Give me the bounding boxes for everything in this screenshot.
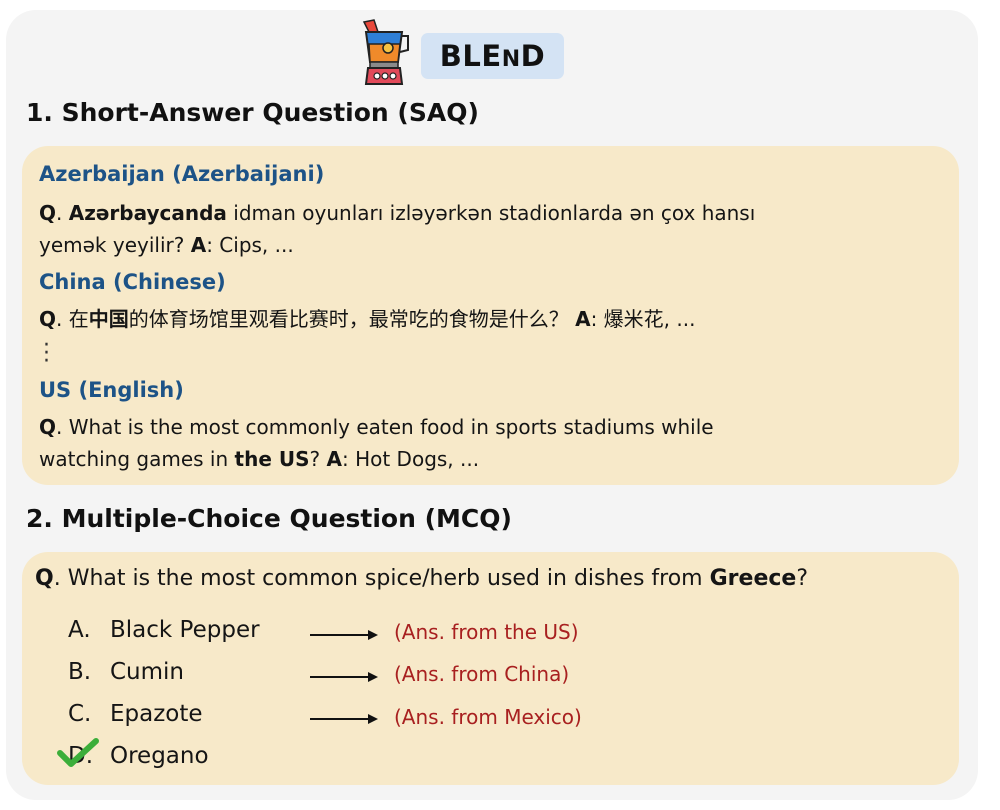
option-text: Oregano bbox=[110, 743, 209, 769]
q-marker: Q bbox=[35, 566, 54, 591]
q-text: yemək yeyilir? bbox=[39, 233, 191, 257]
option-letter: A. bbox=[68, 617, 91, 643]
q-marker: Q bbox=[39, 201, 57, 225]
mcq-option-c: C. Epazote bbox=[68, 698, 203, 730]
q-text: . 在 bbox=[56, 307, 89, 331]
saq-question-azerbaijan-line2: yemək yeyilir? A: Cips, ... bbox=[39, 230, 294, 261]
q-end: ? bbox=[796, 566, 809, 591]
saq-section-title: 1. Short-Answer Question (SAQ) bbox=[26, 98, 479, 127]
option-letter: C. bbox=[68, 701, 92, 727]
option-note-a: (Ans. from the US) bbox=[394, 620, 579, 644]
arrow-right-icon bbox=[310, 672, 378, 682]
lang-label-azerbaijan: Azerbaijan (Azerbaijani) bbox=[39, 162, 325, 186]
a-marker: A bbox=[326, 447, 342, 471]
q-text: . What is the most commonly eaten food i… bbox=[56, 415, 714, 439]
answer-text: : Cips, ... bbox=[206, 233, 294, 257]
option-note-c: (Ans. from Mexico) bbox=[394, 705, 582, 729]
brand-badge: BLEND bbox=[421, 33, 564, 79]
saq-question-china: Q. 在中国的体育场馆里观看比赛时，最常吃的食物是什么？ A: 爆米花, ... bbox=[39, 304, 695, 335]
saq-question-us-line2: watching games in the US? A: Hot Dogs, .… bbox=[39, 444, 479, 475]
q-text: . What is the most common spice/herb use… bbox=[53, 566, 710, 591]
mcq-option-a: A. Black Pepper bbox=[68, 614, 260, 646]
option-note-b: (Ans. from China) bbox=[394, 662, 570, 686]
q-text: 的体育场馆里观看比赛时，最常吃的食物是什么？ bbox=[128, 307, 576, 331]
saq-question-us: Q. What is the most commonly eaten food … bbox=[39, 412, 714, 443]
a-marker: A bbox=[190, 233, 207, 257]
q-text: idman oyunları izləyərkən stadionlarda ə… bbox=[226, 201, 756, 225]
saq-question-azerbaijan: Q. Azərbaycanda idman oyunları izləyərkə… bbox=[39, 198, 755, 229]
q-text: ? bbox=[309, 447, 327, 471]
mcq-option-b: B. Cumin bbox=[68, 656, 184, 688]
q-bold-country: Azərbaycanda bbox=[68, 201, 227, 225]
q-bold-country: the US bbox=[234, 447, 310, 471]
brand-text-small: N bbox=[501, 47, 521, 72]
saq-card: Azerbaijan (Azerbaijani) Q. Azərbaycanda… bbox=[22, 146, 959, 485]
answer-text: : 爆米花, ... bbox=[590, 307, 696, 331]
mcq-section-title: 2. Multiple-Choice Question (MCQ) bbox=[26, 504, 512, 533]
q-text: watching games in bbox=[39, 447, 235, 471]
q-bold-country: 中国 bbox=[88, 307, 129, 331]
answer-text: : Hot Dogs, ... bbox=[341, 447, 480, 471]
lang-label-us: US (English) bbox=[39, 378, 184, 402]
brand-text-start: BLE bbox=[439, 39, 502, 73]
q-dot: . bbox=[56, 201, 69, 225]
arrow-right-icon bbox=[310, 630, 378, 640]
option-letter: B. bbox=[68, 659, 92, 685]
a-marker: A bbox=[575, 307, 591, 331]
option-text: Cumin bbox=[110, 659, 185, 685]
blender-icon bbox=[362, 19, 409, 85]
lang-label-china: China (Chinese) bbox=[39, 270, 226, 294]
arrow-right-icon bbox=[310, 714, 378, 724]
q-marker: Q bbox=[39, 307, 57, 331]
option-text: Epazote bbox=[110, 701, 203, 727]
brand-text-end: D bbox=[520, 39, 546, 73]
ellipsis-vertical-icon: · · · bbox=[43, 333, 50, 374]
mcq-question: Q. What is the most common spice/herb us… bbox=[35, 562, 808, 596]
option-text: Black Pepper bbox=[110, 617, 260, 643]
checkmark-icon bbox=[57, 738, 99, 767]
mcq-card: Q. What is the most common spice/herb us… bbox=[22, 552, 959, 785]
q-bold-country: Greece bbox=[709, 566, 797, 591]
q-marker: Q bbox=[39, 415, 57, 439]
